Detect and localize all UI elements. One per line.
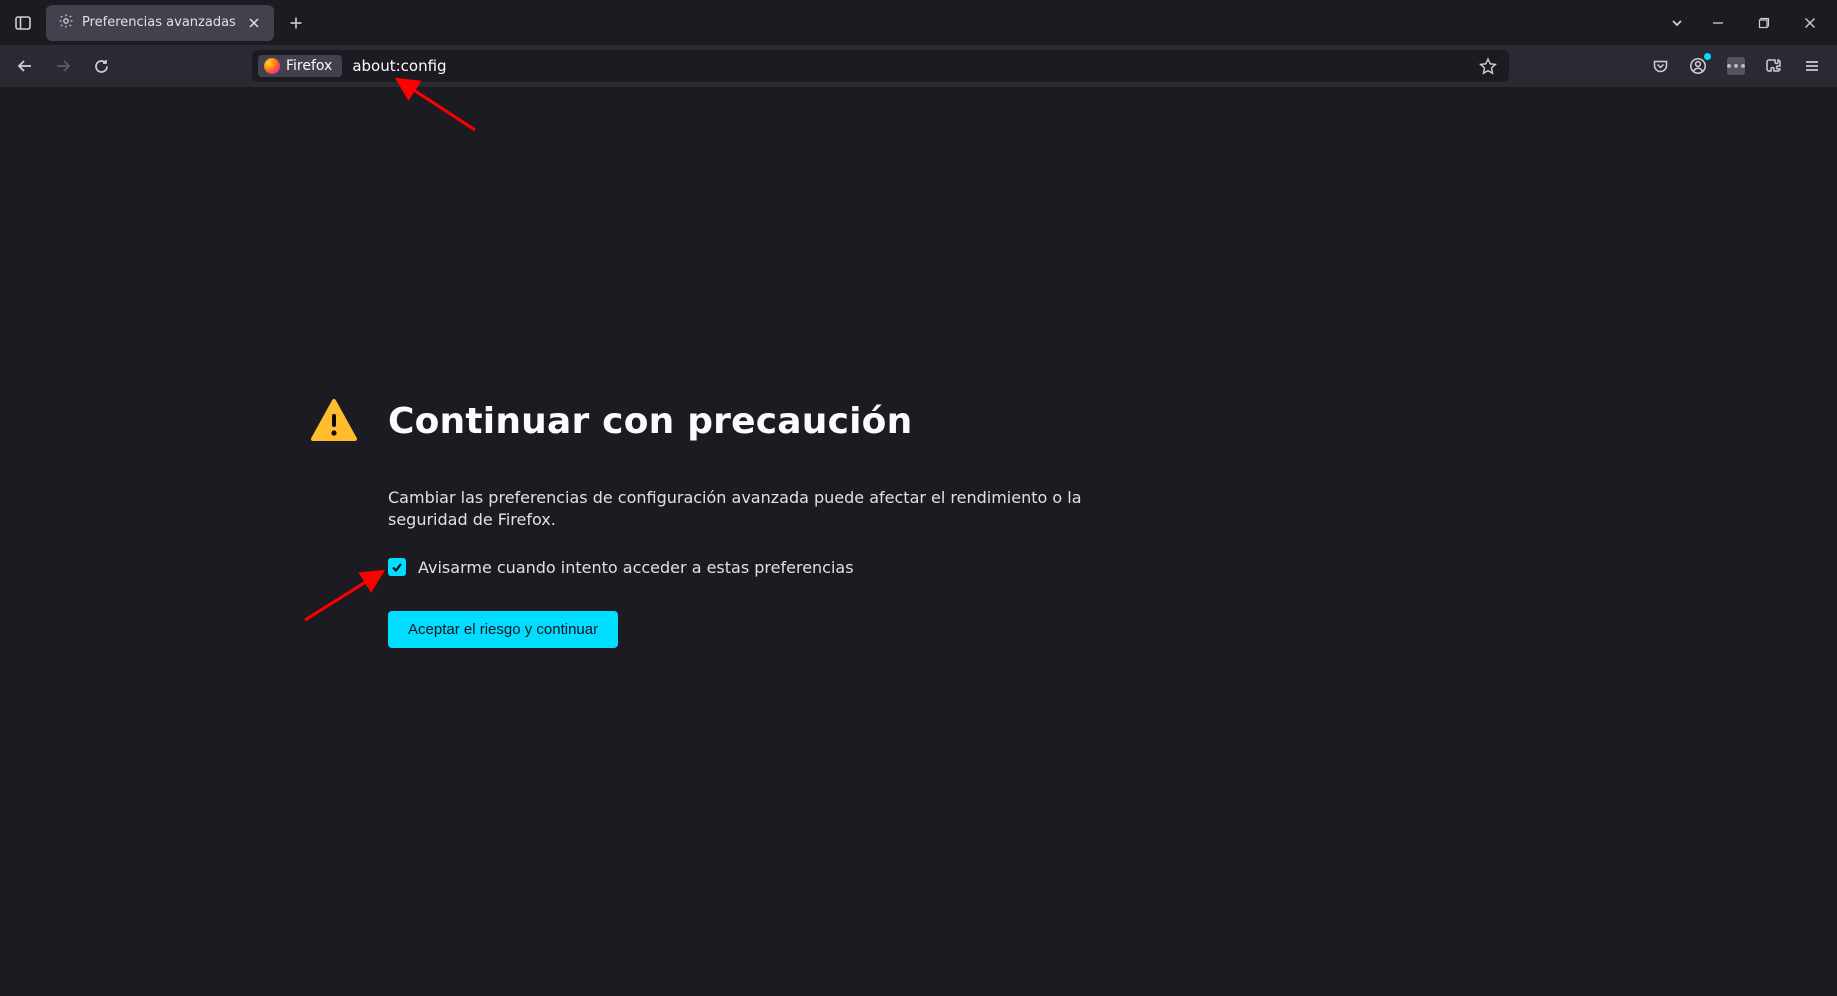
app-menu-button[interactable] [1795,49,1829,83]
titlebar: Preferencias avanzadas [0,0,1837,45]
url-text[interactable]: about:config [348,57,1467,75]
arrow-right-icon [54,57,72,75]
window-close-button[interactable] [1787,3,1833,43]
warning-body: Cambiar las preferencias de configuració… [388,487,1130,648]
pocket-button[interactable] [1643,49,1677,83]
page-content: Continuar con precaución Cambiar las pre… [0,87,1837,996]
identity-label: Firefox [286,58,332,74]
check-icon [391,561,403,573]
bookmark-star-button[interactable] [1473,51,1503,81]
gear-icon [58,13,74,33]
extension-icon: ••• [1727,57,1745,75]
all-tabs-button[interactable] [1659,3,1695,43]
warning-header: Continuar con precaución [310,397,1130,445]
url-bar[interactable]: Firefox about:config [252,50,1509,82]
identity-box[interactable]: Firefox [258,55,342,77]
minimize-icon [1712,17,1724,29]
hamburger-icon [1804,58,1820,74]
extensions-button[interactable] [1757,49,1791,83]
plus-icon [289,16,303,30]
warn-checkbox-label: Avisarme cuando intento acceder a estas … [418,558,854,577]
tab-title: Preferencias avanzadas [82,15,236,30]
firefox-logo-icon [264,58,280,74]
about-config-warning: Continuar con precaución Cambiar las pre… [310,397,1130,648]
restore-icon [1758,17,1770,29]
warning-description: Cambiar las preferencias de configuració… [388,487,1130,532]
panel-toggle-button[interactable] [8,8,38,38]
star-icon [1479,57,1497,75]
account-icon [1689,57,1707,75]
warning-checkbox-row: Avisarme cuando intento acceder a estas … [388,558,1130,577]
close-icon [1804,17,1816,29]
back-button[interactable] [8,49,42,83]
accept-risk-button[interactable]: Aceptar el riesgo y continuar [388,611,618,648]
reload-icon [93,58,110,75]
forward-button[interactable] [46,49,80,83]
close-icon [248,17,260,29]
chevron-down-icon [1670,16,1684,30]
arrow-left-icon [16,57,34,75]
puzzle-icon [1765,57,1783,75]
warn-checkbox[interactable] [388,558,406,576]
sidebar-icon [14,14,32,32]
reload-button[interactable] [84,49,118,83]
warning-triangle-icon [310,397,358,445]
new-tab-button[interactable] [280,7,312,39]
browser-tab[interactable]: Preferencias avanzadas [46,5,274,41]
tab-close-button[interactable] [244,13,264,33]
window-minimize-button[interactable] [1695,3,1741,43]
nav-toolbar: Firefox about:config ••• [0,45,1837,87]
pocket-icon [1652,58,1669,75]
window-restore-button[interactable] [1741,3,1787,43]
account-button[interactable] [1681,49,1715,83]
extension-button[interactable]: ••• [1719,49,1753,83]
warning-title: Continuar con precaución [388,401,912,442]
